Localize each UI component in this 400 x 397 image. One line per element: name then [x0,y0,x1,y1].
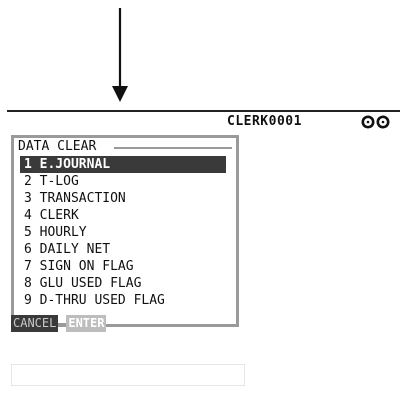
pos-screen: CLERK0001 DATA CLEAR 1 E.JOURNAL 2 T-LOG 3… [7,110,400,397]
menu-item-4[interactable]: 4 CLERK [20,207,226,224]
menu-title: DATA CLEAR [18,139,100,154]
menu-item-label: CLERK [39,208,79,223]
menu-item-label: TRANSACTION [39,191,126,206]
menu-item-label: GLU USED FLAG [39,276,142,291]
ring-icon [376,115,390,129]
menu-item-label: HOURLY [39,225,87,240]
menu-item-label: SIGN ON FLAG [39,259,134,274]
menu-item-number: 2 [24,174,32,189]
menu-item-number: 1 [24,157,32,172]
data-clear-menu: DATA CLEAR 1 E.JOURNAL 2 T-LOG 3 TRANSACTI… [11,135,239,327]
softkey-bar: CANCEL ENTER [11,315,107,332]
entry-field[interactable] [11,364,245,386]
menu-item-number: 9 [24,293,32,308]
cancel-button[interactable]: CANCEL [11,315,59,332]
menu-item-number: 5 [24,225,32,240]
clerk-status: CLERK0001 [227,114,302,129]
menu-item-number: 4 [24,208,32,223]
menu-item-3[interactable]: 3 TRANSACTION [20,190,226,207]
menu-item-label: D-THRU USED FLAG [39,293,165,308]
menu-item-1[interactable]: 1 E.JOURNAL [20,156,226,173]
menu-item-5[interactable]: 5 HOURLY [20,224,226,241]
menu-item-label: E.JOURNAL [39,157,111,172]
menu-item-7[interactable]: 7 SIGN ON FLAG [20,258,226,275]
menu-item-2[interactable]: 2 T-LOG [20,173,226,190]
menu-item-label: T-LOG [39,174,79,189]
menu-item-number: 7 [24,259,32,274]
menu-item-number: 8 [24,276,32,291]
menu-item-6[interactable]: 6 DAILY NET [20,241,226,258]
down-arrow-icon [112,8,128,102]
ring-icon [361,115,375,129]
menu-item-8[interactable]: 8 GLU USED FLAG [20,275,226,292]
menu-item-9[interactable]: 9 D-THRU USED FLAG [20,292,226,309]
title-divider [114,147,232,149]
menu-item-number: 3 [24,191,32,206]
status-icons [361,115,390,129]
menu-item-label: DAILY NET [39,242,111,257]
enter-button[interactable]: ENTER [66,315,107,332]
softkey-separator [58,322,67,325]
menu-item-number: 6 [24,242,32,257]
menu-list: 1 E.JOURNAL 2 T-LOG 3 TRANSACTION 4 CLERK 5 … [20,156,226,309]
